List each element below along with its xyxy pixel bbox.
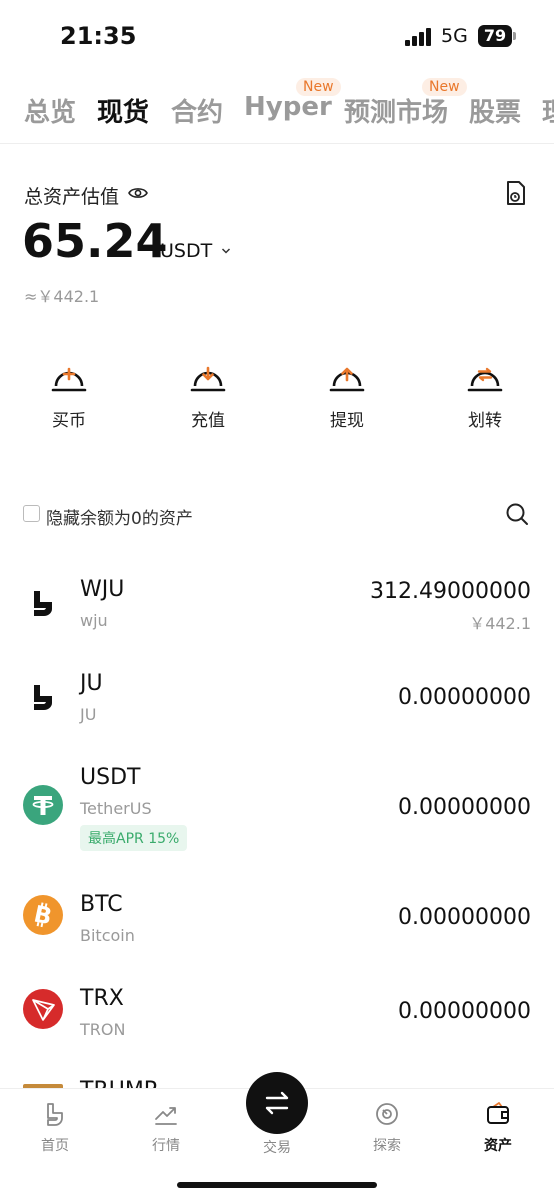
tab-prediction-market[interactable]: 预测市场 New: [344, 78, 467, 129]
nav-market[interactable]: 行情: [131, 1101, 201, 1155]
arrow-down-icon: [190, 366, 226, 392]
apr-badge[interactable]: 最高APR 15%: [80, 825, 188, 851]
tab-futures[interactable]: 合约: [171, 92, 223, 129]
arrow-up-icon: [329, 367, 365, 392]
withdraw-button[interactable]: 提现: [307, 356, 387, 431]
asset-fiat-value: ￥442.1: [469, 614, 531, 633]
search-icon[interactable]: [505, 502, 529, 526]
asset-symbol: TRX: [80, 986, 124, 1011]
trade-icon: [265, 1091, 289, 1115]
status-time: 21:35: [60, 22, 137, 50]
asset-amount: 0.00000000: [398, 999, 531, 1024]
eye-icon[interactable]: [128, 186, 148, 200]
action-label: 充值: [191, 411, 225, 431]
explore-icon: [376, 1103, 398, 1125]
asset-row-usdt[interactable]: USDT TetherUS 最高APR 15% 0.00000000: [0, 755, 554, 865]
nav-label: 资产: [484, 1138, 512, 1154]
action-label: 提现: [330, 411, 364, 431]
asset-symbol: JU: [80, 671, 103, 696]
asset-symbol: BTC: [80, 892, 123, 917]
network-type: 5G: [441, 25, 468, 47]
hide-zero-label: 隐藏余额为0的资产: [46, 509, 193, 529]
tron-logo: [23, 989, 63, 1029]
transfer-button[interactable]: 划转: [445, 356, 525, 431]
total-asset-value: 65.24: [22, 214, 168, 268]
asset-name: Bitcoin: [80, 926, 135, 945]
bitcoin-logo: B: [23, 895, 63, 935]
new-badge: New: [296, 78, 341, 96]
tether-logo: [23, 785, 63, 825]
deposit-button[interactable]: 充值: [168, 356, 248, 431]
nav-assets[interactable]: 资产: [463, 1101, 533, 1155]
tab-hyper-label: Hyper: [244, 92, 332, 122]
nav-label: 行情: [152, 1138, 180, 1154]
home-icon: [47, 1103, 63, 1126]
tab-bar: 总览 现货 合约 Hyper New 预测市场 New 股票 理: [0, 72, 554, 144]
chevron-down-icon[interactable]: [221, 247, 231, 255]
wju-logo: [34, 591, 52, 616]
nav-label: 首页: [41, 1138, 69, 1154]
tab-overview[interactable]: 总览: [24, 92, 76, 129]
currency-unit-selector[interactable]: USDT: [160, 240, 212, 262]
action-label: 买币: [52, 411, 86, 431]
total-asset-label: 总资产估值: [24, 186, 120, 208]
trade-button[interactable]: [246, 1072, 308, 1134]
asset-name: TRON: [80, 1020, 126, 1039]
asset-symbol: WJU: [80, 577, 125, 602]
chart-icon: [155, 1107, 177, 1125]
swap-icon: [467, 367, 503, 392]
asset-name: TetherUS: [80, 799, 152, 818]
status-bar: 21:35 5G 79: [0, 0, 554, 72]
tab-stocks[interactable]: 股票: [469, 92, 521, 129]
new-badge: New: [422, 78, 467, 96]
buy-crypto-button[interactable]: 买币: [29, 356, 109, 431]
ju-logo: [34, 685, 52, 710]
asset-name: wju: [80, 611, 108, 630]
history-doc-icon[interactable]: [504, 180, 528, 206]
nav-label-trade[interactable]: 交易: [246, 1137, 308, 1157]
tab-more[interactable]: 理: [542, 92, 554, 129]
plus-icon: [51, 367, 87, 392]
battery-tip: [513, 32, 516, 40]
asset-amount: 0.00000000: [398, 685, 531, 710]
battery-icon: 79: [478, 25, 512, 47]
asset-row-ju[interactable]: JU JU 0.00000000: [0, 660, 554, 740]
signal-icon: [405, 28, 435, 46]
nav-explore[interactable]: 探索: [352, 1101, 422, 1155]
action-label: 划转: [468, 411, 502, 431]
wallet-icon: [487, 1102, 509, 1124]
fiat-approx-value: ≈￥442.1: [24, 287, 100, 306]
hide-zero-checkbox[interactable]: [23, 505, 40, 522]
asset-row-wju[interactable]: WJU wju 312.49000000 ￥442.1: [0, 560, 554, 650]
asset-row-btc[interactable]: B BTC Bitcoin 0.00000000: [0, 880, 554, 960]
asset-symbol: USDT: [80, 765, 141, 790]
home-indicator: [177, 1182, 377, 1188]
asset-row-trx[interactable]: TRX TRON 0.00000000: [0, 975, 554, 1055]
tab-spot[interactable]: 现货: [97, 92, 149, 129]
tab-prediction-label: 预测市场: [344, 98, 449, 128]
asset-name: JU: [80, 705, 97, 724]
nav-label: 探索: [373, 1138, 401, 1154]
asset-amount: 312.49000000: [370, 579, 531, 604]
asset-amount: 0.00000000: [398, 905, 531, 930]
tab-hyper[interactable]: Hyper New: [244, 78, 341, 122]
nav-home[interactable]: 首页: [20, 1101, 90, 1155]
asset-amount: 0.00000000: [398, 795, 531, 820]
